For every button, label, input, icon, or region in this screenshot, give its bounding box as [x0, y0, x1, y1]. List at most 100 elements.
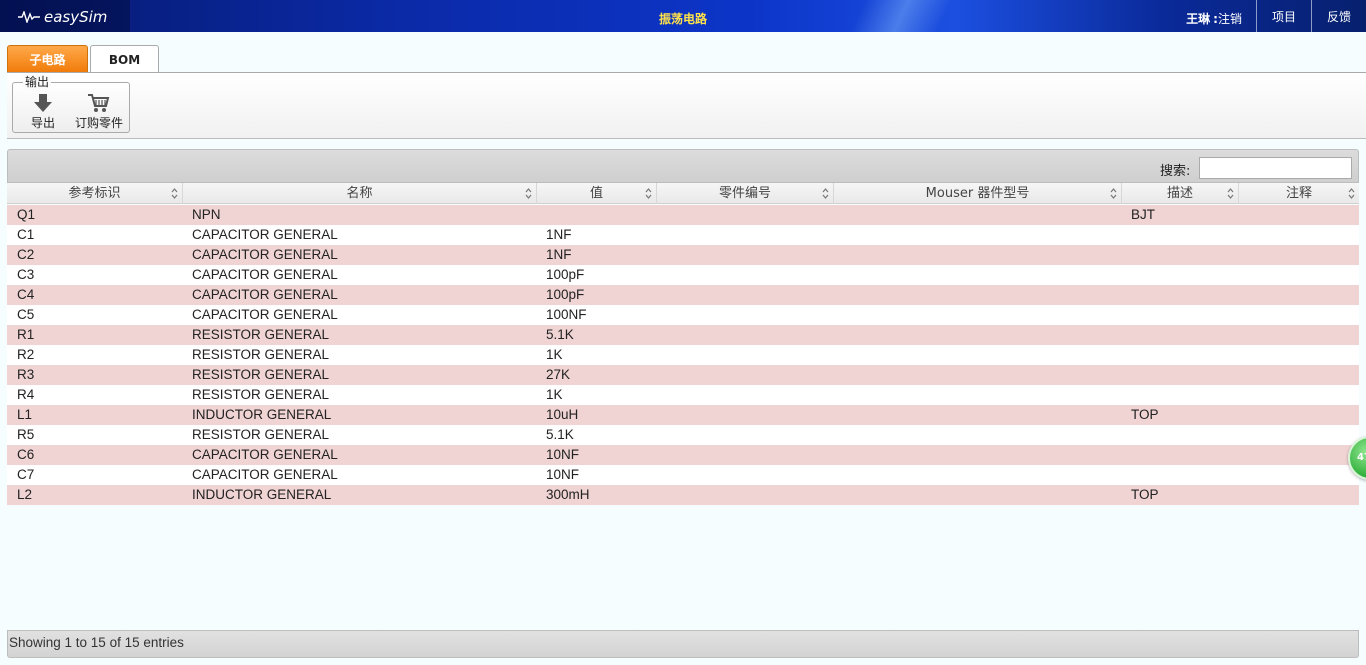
tab-bom[interactable]: BOM — [90, 45, 159, 73]
cell-name: CAPACITOR GENERAL — [192, 227, 338, 242]
tab-subcircuit[interactable]: 子电路 — [7, 45, 88, 73]
table-row[interactable]: C2 CAPACITOR GENERAL 1NF — [7, 245, 1359, 265]
output-group: 输出 导出 订购零件 — [12, 75, 130, 133]
cell-name: RESISTOR GENERAL — [192, 347, 330, 362]
cell-value: 27K — [546, 367, 571, 382]
projects-button[interactable]: 项目 — [1256, 0, 1311, 32]
toolbar: 输出 导出 订购零件 — [7, 73, 1366, 139]
cell-name: CAPACITOR GENERAL — [192, 267, 338, 282]
cell-name: INDUCTOR GENERAL — [192, 487, 332, 502]
project-title: 振荡电路 — [658, 12, 707, 26]
sort-icon — [822, 188, 829, 199]
cell-ref: R4 — [17, 387, 35, 402]
cell-ref: Q1 — [17, 207, 36, 222]
cell-ref: C5 — [17, 307, 35, 322]
sort-icon — [1227, 188, 1234, 199]
cell-value: 1K — [546, 387, 563, 402]
column-header-description[interactable]: 描述 — [1122, 183, 1239, 204]
cell-name: NPN — [192, 207, 221, 222]
search-input[interactable] — [1199, 157, 1352, 179]
cell-ref: C6 — [17, 447, 35, 462]
cell-description: BJT — [1131, 207, 1156, 222]
column-header-mouser[interactable]: Mouser 器件型号 — [834, 183, 1122, 204]
export-button[interactable]: 导出 — [31, 93, 55, 131]
cell-ref: L1 — [17, 407, 33, 422]
cell-value: 100pF — [546, 287, 585, 302]
table-row[interactable]: R2 RESISTOR GENERAL 1K — [7, 345, 1359, 365]
cell-name: RESISTOR GENERAL — [192, 367, 330, 382]
cell-ref: R2 — [17, 347, 35, 362]
cell-value: 100NF — [546, 307, 587, 322]
column-header-part-number[interactable]: 零件编号 — [657, 183, 834, 204]
table-row[interactable]: R3 RESISTOR GENERAL 27K — [7, 365, 1359, 385]
table-row[interactable]: Q1 NPN BJT — [7, 205, 1359, 225]
sort-icon — [171, 188, 178, 199]
cell-ref: C4 — [17, 287, 35, 302]
order-parts-button[interactable]: 订购零件 — [75, 93, 123, 131]
table-toolbar: 搜索: — [7, 149, 1359, 183]
export-label: 导出 — [31, 116, 56, 130]
cell-name: CAPACITOR GENERAL — [192, 247, 338, 262]
table-row[interactable]: C3 CAPACITOR GENERAL 100pF — [7, 265, 1359, 285]
cell-ref: C2 — [17, 247, 35, 262]
table-row[interactable]: C1 CAPACITOR GENERAL 1NF — [7, 225, 1359, 245]
column-header-name[interactable]: 名称 — [183, 183, 537, 204]
table-row[interactable]: C5 CAPACITOR GENERAL 100NF — [7, 305, 1359, 325]
cell-name: RESISTOR GENERAL — [192, 387, 330, 402]
cell-value: 5.1K — [546, 327, 574, 342]
table-row[interactable]: R5 RESISTOR GENERAL 5.1K — [7, 425, 1359, 445]
cell-value: 1NF — [546, 247, 572, 262]
feedback-button[interactable]: 反馈 — [1311, 0, 1366, 32]
table-row[interactable]: R4 RESISTOR GENERAL 1K — [7, 385, 1359, 405]
cell-name: RESISTOR GENERAL — [192, 427, 330, 442]
cell-name: CAPACITOR GENERAL — [192, 467, 338, 482]
cell-description: TOP — [1131, 407, 1159, 422]
cell-ref: L2 — [17, 487, 33, 502]
cell-value: 100pF — [546, 267, 585, 282]
cell-value: 10uH — [546, 407, 579, 422]
cell-value: 1K — [546, 347, 563, 362]
sort-icon — [645, 188, 652, 199]
cell-name: CAPACITOR GENERAL — [192, 287, 338, 302]
table-row[interactable]: R1 RESISTOR GENERAL 5.1K — [7, 325, 1359, 345]
cell-value: 5.1K — [546, 427, 574, 442]
cell-value: 1NF — [546, 227, 572, 242]
table-header: 参考标识 名称 值 零件编号 Mouser 器件型号 描述 注释 — [7, 183, 1359, 204]
pagination-info: Showing 1 to 15 of 15 entries — [9, 635, 184, 650]
cell-ref: R1 — [17, 327, 35, 342]
user-area: 王琳:注销 — [1186, 10, 1242, 27]
table-row[interactable]: L2 INDUCTOR GENERAL 300mH TOP — [7, 485, 1359, 505]
cell-name: RESISTOR GENERAL — [192, 327, 330, 342]
output-group-label: 输出 — [23, 75, 52, 89]
user-name: 王琳 — [1186, 12, 1211, 26]
table-footer: Showing 1 to 15 of 15 entries — [7, 630, 1359, 658]
sort-icon — [525, 188, 532, 199]
app-header: easySim 振荡电路 王琳:注销 项目 反馈 — [0, 0, 1366, 32]
cell-ref: C7 — [17, 467, 35, 482]
sort-icon — [1348, 188, 1355, 199]
table-row[interactable]: C7 CAPACITOR GENERAL 10NF — [7, 465, 1359, 485]
cell-value: 10NF — [546, 447, 580, 462]
cell-value: 300mH — [546, 487, 590, 502]
table-row[interactable]: C4 CAPACITOR GENERAL 100pF — [7, 285, 1359, 305]
table-row[interactable]: C6 CAPACITOR GENERAL 10NF — [7, 445, 1359, 465]
cell-name: CAPACITOR GENERAL — [192, 447, 338, 462]
column-header-ref[interactable]: 参考标识 — [7, 183, 183, 204]
shopping-cart-icon — [88, 94, 110, 112]
column-header-value[interactable]: 值 — [537, 183, 657, 204]
sort-icon — [1110, 188, 1117, 199]
order-parts-label: 订购零件 — [75, 116, 124, 130]
table-body: Q1 NPN BJT C1 CAPACITOR GENERAL 1NF C2 CAPACITO… — [7, 205, 1359, 505]
cell-name: CAPACITOR GENERAL — [192, 307, 338, 322]
download-arrow-icon — [34, 94, 52, 112]
cell-description: TOP — [1131, 487, 1159, 502]
column-header-notes[interactable]: 注释 — [1239, 183, 1359, 204]
cell-ref: C1 — [17, 227, 35, 242]
cell-name: INDUCTOR GENERAL — [192, 407, 332, 422]
logout-link[interactable]: 注销 — [1218, 12, 1242, 26]
cell-ref: R5 — [17, 427, 35, 442]
cell-value: 10NF — [546, 467, 580, 482]
search-label: 搜索: — [1160, 164, 1191, 179]
table-row[interactable]: L1 INDUCTOR GENERAL 10uH TOP — [7, 405, 1359, 425]
cell-ref: C3 — [17, 267, 35, 282]
